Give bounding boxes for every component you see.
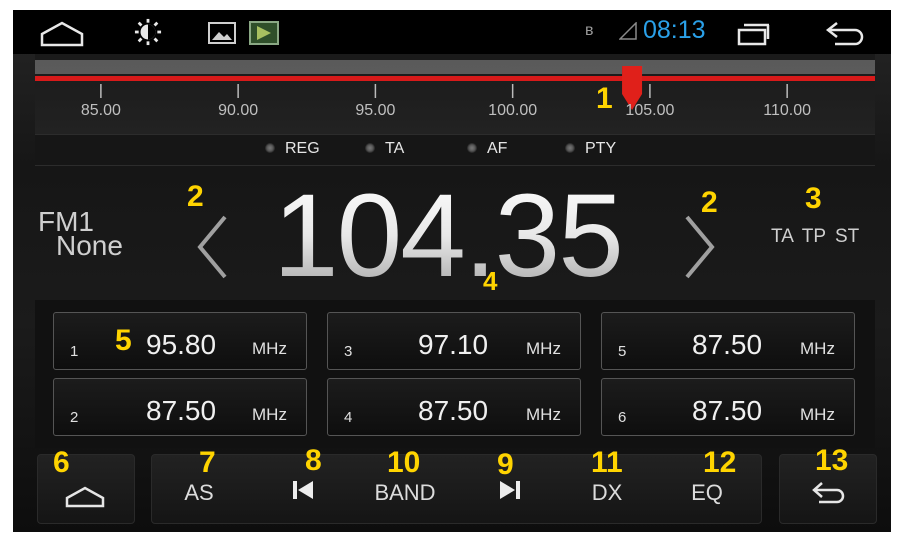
preset-number: 5 [618, 343, 627, 360]
annotation-7: 7 [199, 446, 216, 479]
app-thumbnail-icon [249, 21, 279, 45]
skip-previous-icon[interactable] [292, 479, 314, 501]
brightness-icon[interactable] [133, 18, 163, 46]
seek-up-arrow-icon[interactable] [683, 215, 717, 279]
preset-number: 3 [344, 343, 353, 360]
preset-number: 4 [344, 409, 353, 426]
image-icon [208, 22, 236, 44]
as-button[interactable]: AS [184, 480, 213, 506]
skip-next-icon[interactable] [499, 479, 521, 501]
annotation-3: 3 [805, 182, 822, 215]
preset-unit: MHz [526, 405, 561, 424]
preset-2[interactable]: 2 87.50 MHz [53, 378, 307, 436]
indicator-reg[interactable]: REG [265, 140, 320, 158]
eq-button[interactable]: EQ [691, 480, 723, 506]
annotation-2-right: 2 [701, 186, 718, 219]
back-icon[interactable] [811, 481, 847, 505]
preset-number: 2 [70, 409, 79, 426]
annotation-4: 4 [483, 266, 498, 296]
preset-4[interactable]: 4 87.50 MHz [327, 378, 581, 436]
rds-flags: TA TP ST [771, 226, 860, 247]
control-bar [151, 454, 762, 524]
preset-frequency: 87.50 [692, 329, 763, 360]
annotation-2-left: 2 [187, 180, 204, 213]
preset-1[interactable]: 1 95.80 MHz [53, 312, 307, 370]
scale-label: 110.00 [763, 102, 812, 119]
preset-6[interactable]: 6 87.50 MHz [601, 378, 855, 436]
scale-red-line [35, 76, 875, 81]
preset-5[interactable]: 5 87.50 MHz [601, 312, 855, 370]
frequency-display: 104.35 [273, 170, 624, 302]
led-icon [365, 143, 375, 153]
preset-unit: MHz [800, 339, 835, 358]
back-icon[interactable] [825, 20, 865, 46]
bluetooth-icon: ʙ [585, 22, 594, 39]
preset-3[interactable]: 3 97.10 MHz [327, 312, 581, 370]
status-bar: ʙ 08:13 [13, 10, 891, 54]
preset-panel: 1 95.80 MHz 2 87.50 MHz 3 97.10 MHz 4 87… [35, 300, 875, 448]
radio-screen: ʙ 08:13 85.00 90.00 95.00 100.00 105.00 110.0… [13, 10, 891, 532]
preset-unit: MHz [252, 339, 287, 358]
preset-frequency: 87.50 [418, 395, 489, 426]
preset-frequency: 95.80 [146, 329, 217, 360]
tuner-scale[interactable]: 85.00 90.00 95.00 100.00 105.00 110.00 [35, 54, 875, 134]
preset-number: 1 [70, 343, 79, 360]
annotation-13: 13 [815, 444, 849, 477]
indicator-pty[interactable]: PTY [565, 140, 616, 158]
annotation-5: 5 [115, 324, 132, 357]
indicator-row: REG TA AF PTY [35, 134, 875, 166]
station-name: None [56, 230, 123, 261]
annotation-1: 1 [596, 82, 613, 115]
scale-label: 105.00 [625, 102, 675, 119]
preset-frequency: 87.50 [692, 395, 763, 426]
annotation-9: 9 [497, 448, 514, 481]
preset-unit: MHz [800, 405, 835, 424]
preset-unit: MHz [252, 405, 287, 424]
recent-apps-icon[interactable] [737, 22, 771, 46]
annotation-6: 6 [53, 446, 70, 479]
signal-icon [619, 22, 637, 40]
preset-frequency: 97.10 [418, 329, 489, 360]
preset-frequency: 87.50 [146, 395, 217, 426]
preset-number: 6 [618, 409, 627, 426]
annotation-8: 8 [305, 444, 322, 477]
scale-label: 95.00 [355, 102, 396, 119]
clock: 08:13 [643, 16, 706, 44]
led-icon [265, 143, 275, 153]
led-icon [467, 143, 477, 153]
annotation-10: 10 [387, 446, 421, 479]
annotation-12: 12 [703, 446, 737, 479]
home-icon[interactable] [65, 486, 105, 508]
scale-label: 85.00 [80, 102, 121, 119]
indicator-af[interactable]: AF [467, 140, 507, 158]
preset-unit: MHz [526, 339, 561, 358]
dx-button[interactable]: DX [592, 480, 623, 506]
home-icon[interactable] [39, 20, 85, 48]
scale-label: 100.00 [488, 102, 538, 119]
indicator-ta[interactable]: TA [365, 140, 404, 158]
seek-down-arrow-icon[interactable] [195, 215, 229, 279]
scale-label: 90.00 [218, 102, 259, 119]
led-icon [565, 143, 575, 153]
annotation-11: 11 [591, 446, 623, 479]
band-button[interactable]: BAND [374, 480, 435, 506]
scale-ticks [35, 60, 875, 110]
